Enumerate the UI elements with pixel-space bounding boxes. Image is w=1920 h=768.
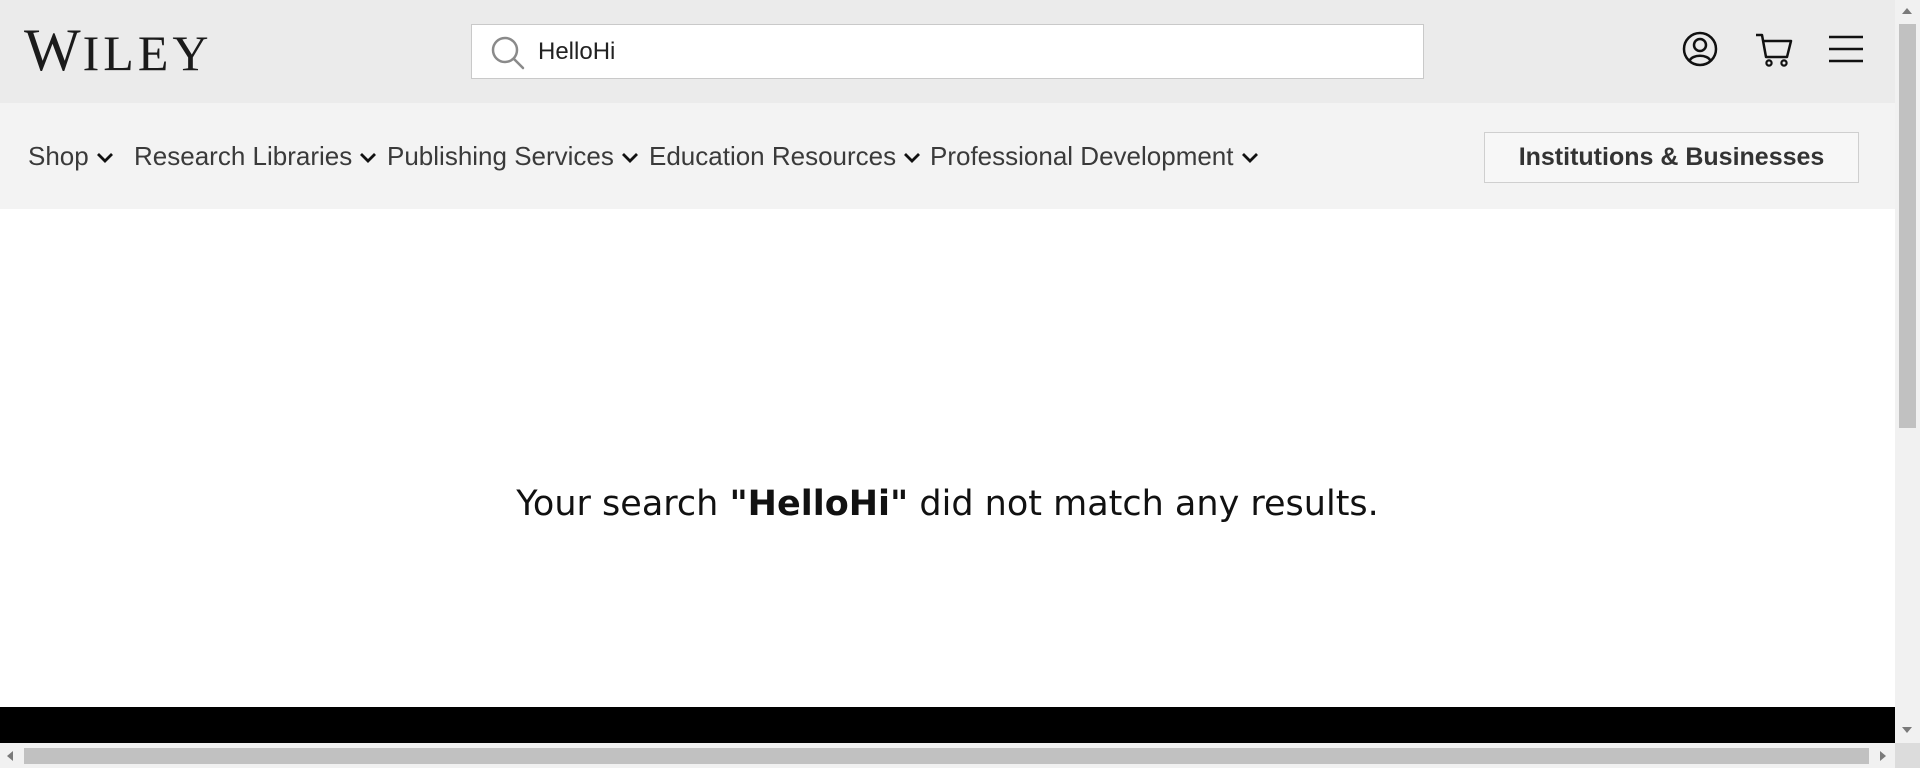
main-nav: Shop Research Libraries Publishing Servi… — [0, 103, 1895, 209]
hamburger-menu-icon[interactable] — [1826, 28, 1866, 70]
scroll-down-arrow-icon[interactable] — [1902, 727, 1912, 733]
wiley-logo[interactable]: WILEY — [24, 20, 213, 81]
search-icon[interactable] — [490, 35, 526, 71]
scroll-right-arrow-icon[interactable] — [1880, 751, 1886, 761]
logo-rest: ILEY — [82, 25, 213, 81]
scroll-up-arrow-icon[interactable] — [1902, 8, 1912, 14]
chevron-down-icon — [904, 153, 921, 164]
horizontal-scrollbar[interactable] — [0, 743, 1895, 768]
horizontal-scroll-thumb[interactable] — [24, 748, 1869, 764]
vertical-scrollbar[interactable] — [1895, 0, 1920, 743]
cart-icon[interactable] — [1754, 28, 1794, 70]
search-query: "HelloHi" — [729, 484, 909, 524]
scrollbar-corner — [1895, 743, 1920, 768]
nav-item-research-libraries[interactable]: Research Libraries — [134, 139, 378, 173]
chevron-down-icon — [96, 153, 113, 164]
chevron-down-icon — [1241, 153, 1258, 164]
message-suffix: did not match any results. — [908, 484, 1379, 524]
vertical-scroll-thumb[interactable] — [1899, 24, 1916, 428]
search-input[interactable] — [538, 25, 1398, 78]
site-header: WILEY — [0, 0, 1895, 103]
search-bar[interactable] — [471, 24, 1424, 79]
account-icon[interactable] — [1680, 28, 1720, 70]
chevron-down-icon — [621, 153, 638, 164]
logo-initial: W — [24, 17, 83, 83]
chevron-down-icon — [360, 153, 377, 164]
page-viewport: WILEY HelloHi Shop Research Libraries Pu… — [0, 0, 1895, 743]
message-prefix: Your search — [516, 484, 730, 524]
institutions-businesses-button[interactable]: Institutions & Businesses — [1484, 132, 1859, 183]
no-results-message: Your search "HelloHi" did not match any … — [0, 484, 1895, 524]
nav-item-label: Professional Development — [930, 141, 1234, 171]
nav-item-professional-development[interactable]: Professional Development — [930, 139, 1260, 173]
nav-item-publishing-services[interactable]: Publishing Services — [387, 139, 640, 173]
nav-item-label: Shop — [28, 141, 89, 171]
scroll-left-arrow-icon[interactable] — [7, 751, 13, 761]
nav-item-education-resources[interactable]: Education Resources — [649, 139, 922, 173]
footer-strip — [0, 707, 1895, 743]
nav-item-shop[interactable]: Shop — [28, 139, 115, 173]
nav-item-label: Publishing Services — [387, 141, 614, 171]
nav-item-label: Research Libraries — [134, 141, 353, 171]
nav-item-label: Education Resources — [649, 141, 897, 171]
